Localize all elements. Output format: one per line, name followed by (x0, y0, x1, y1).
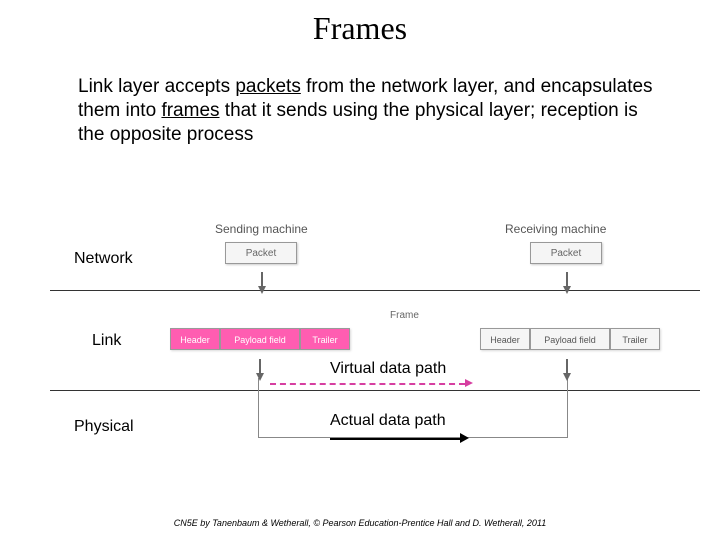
physical-channel (258, 378, 568, 438)
arrow-down-icon (563, 373, 571, 381)
slide-body-text: Link layer accepts packets from the netw… (78, 75, 660, 146)
frame-payload-left: Payload field (220, 328, 300, 350)
frame-tag-label: Frame (390, 310, 419, 321)
underlined-packets: packets (235, 76, 300, 97)
arrow-down-icon (563, 286, 571, 294)
slide-title: Frames (0, 10, 720, 47)
frame-trailer-right: Trailer (610, 328, 660, 350)
receiving-machine-label: Receiving machine (505, 222, 606, 236)
arrow-down-icon (256, 373, 264, 381)
layer-divider (50, 290, 700, 291)
arrow-down-icon (258, 286, 266, 294)
frames-diagram: Network Link Physical Sending machine Re… (0, 220, 720, 460)
layer-label-link: Link (92, 332, 121, 350)
frame-header-left: Header (170, 328, 220, 350)
virtual-path-label: Virtual data path (330, 360, 446, 378)
frame-header-right: Header (480, 328, 530, 350)
actual-path-arrow-icon (460, 433, 469, 443)
slide-footer: CN5E by Tanenbaum & Wetherall, © Pearson… (0, 518, 720, 528)
frame-trailer-left: Trailer (300, 328, 350, 350)
sending-machine-label: Sending machine (215, 222, 308, 236)
layer-label-physical: Physical (74, 418, 134, 436)
actual-path-line (330, 438, 460, 440)
underlined-frames: frames (161, 100, 219, 121)
paragraph-text: Link layer accepts (78, 76, 235, 97)
packet-box-left: Packet (225, 242, 297, 264)
packet-box-right: Packet (530, 242, 602, 264)
frame-payload-right: Payload field (530, 328, 610, 350)
layer-label-network: Network (74, 250, 133, 268)
